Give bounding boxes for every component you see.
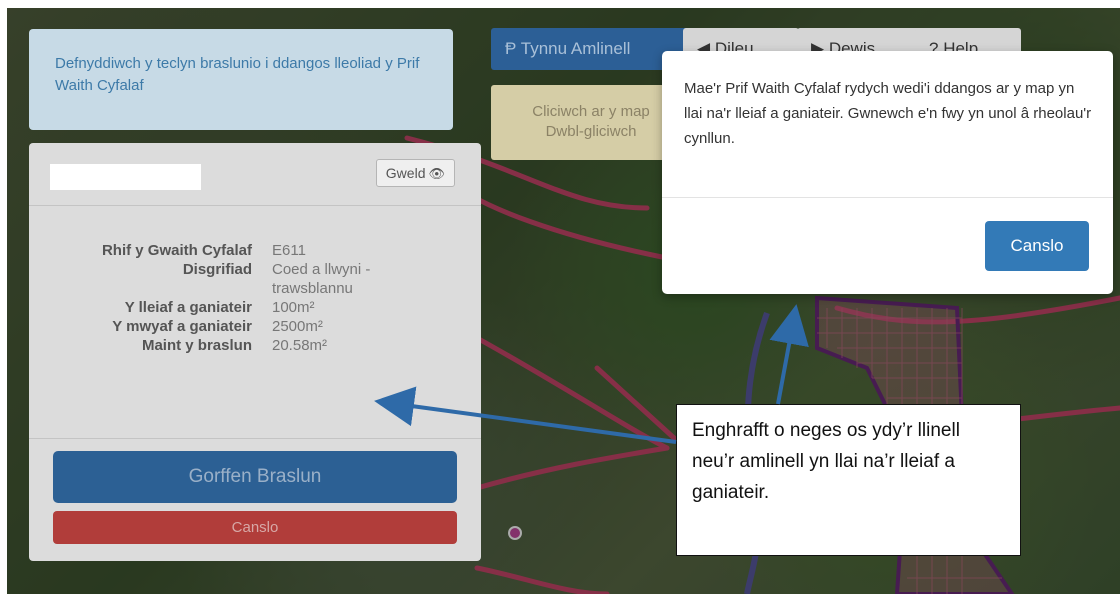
arrow-to-map (769, 304, 809, 405)
annotation-arrows (374, 304, 809, 444)
arrow-to-size (374, 386, 677, 444)
